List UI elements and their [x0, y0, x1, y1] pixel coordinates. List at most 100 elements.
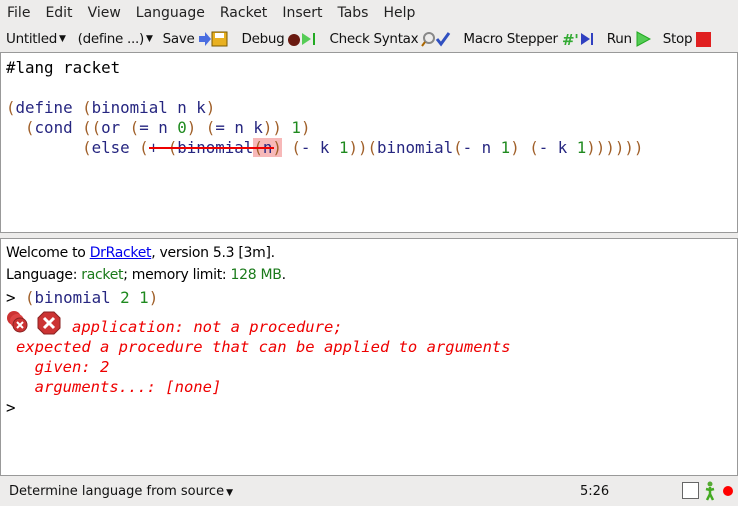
code-token: else — [91, 138, 130, 157]
toolbar: Untitled ▼ (define ...) ▼ Save Debug Check… — [0, 25, 738, 52]
error-arguments: arguments...: [none] — [16, 378, 222, 396]
code-line: (cond ((or (= n 0) (= n k)) 1) — [6, 118, 310, 138]
code-token: = n k — [215, 118, 263, 137]
chevron-down-icon: ▼ — [145, 33, 153, 44]
define-menu-button[interactable]: (define ...) ▼ — [78, 31, 153, 47]
code-token: #lang racket — [6, 58, 121, 77]
save-icon — [198, 31, 228, 46]
menu-racket[interactable]: Racket — [213, 5, 275, 21]
code-token: ) ( — [186, 118, 216, 137]
code-token: 0 — [177, 118, 187, 137]
code-line: (else (+ (binomial(n) (- k 1))(binomial(… — [6, 138, 643, 158]
code-line: (define (binomial n k) — [6, 98, 215, 118]
macro-stepper-label: Macro Stepper — [463, 30, 558, 47]
error-detail: expected a procedure that can be applied… — [16, 338, 511, 356]
check-syntax-button[interactable]: Check Syntax — [329, 31, 451, 47]
gc-walker-icon — [705, 481, 715, 501]
code-token: 1 — [576, 138, 587, 157]
backtrace-icon[interactable] — [7, 311, 28, 333]
running-indicator-icon — [723, 486, 733, 496]
code-token: - n — [462, 138, 501, 157]
menu-file[interactable]: File — [0, 5, 38, 21]
memory-label: ; memory limit: — [123, 267, 231, 283]
memory-value: 128 MB — [230, 267, 282, 283]
code-line: #lang racket — [6, 58, 120, 78]
debug-button[interactable]: Debug — [242, 31, 318, 47]
interactions-pane[interactable]: Welcome to DrRacket, version 5.3 [3m]. L… — [0, 238, 738, 476]
save-button[interactable]: Save — [163, 31, 228, 47]
code-token: - k — [300, 138, 339, 157]
file-label: Untitled — [6, 30, 58, 47]
input-function: binomial — [34, 288, 111, 307]
code-token: ) — [300, 118, 311, 137]
welcome-line: Welcome to DrRacket, version 5.3 [3m]. — [6, 245, 275, 261]
run-label: Run — [606, 30, 632, 47]
code-token: binomial n k — [91, 98, 206, 117]
prompt: > — [6, 398, 16, 417]
error-icons — [7, 311, 61, 335]
code-token: ) — [205, 98, 216, 117]
menu-view[interactable]: View — [81, 5, 129, 21]
code-token: ( — [6, 138, 92, 157]
menu-language[interactable]: Language — [129, 5, 213, 21]
debug-label: Debug — [241, 30, 285, 47]
language-label: Language: — [6, 267, 82, 283]
chevron-down-icon: ▼ — [59, 33, 66, 44]
welcome-text: Welcome to — [6, 245, 90, 261]
paren: ) — [148, 288, 159, 307]
prompt: > — [6, 288, 16, 307]
period: . — [281, 267, 286, 283]
stop-icon — [696, 31, 712, 47]
code-token: )) — [262, 118, 292, 137]
menu-edit[interactable]: Edit — [38, 5, 80, 21]
macro-stepper-button[interactable]: Macro Stepper #' — [463, 31, 594, 47]
menu-tabs[interactable]: Tabs — [330, 5, 376, 21]
language-value: racket — [81, 267, 124, 283]
error-icon[interactable] — [37, 311, 61, 335]
svg-text:#': #' — [562, 31, 579, 47]
magnifier-check-icon — [421, 31, 451, 47]
file-menu-button[interactable]: Untitled ▼ — [6, 31, 66, 47]
menu-insert[interactable]: Insert — [275, 5, 330, 21]
code-token: 1 — [291, 118, 301, 137]
code-token: 1 — [500, 138, 511, 157]
code-token: (( — [72, 118, 102, 137]
code-token: ) ( — [510, 138, 539, 157]
code-token: ( — [6, 98, 16, 117]
code-token: ))( — [348, 138, 378, 157]
binding-arrow — [149, 147, 274, 149]
input-line: > (binomial 2 1) — [6, 288, 158, 308]
macro-stepper-icon: #' — [562, 31, 593, 47]
chevron-down-icon: ▼ — [226, 488, 233, 498]
code-token: - k — [538, 138, 577, 157]
menu-help[interactable]: Help — [376, 5, 423, 21]
define-label: (define ...) — [77, 30, 145, 47]
stop-label: Stop — [662, 30, 693, 47]
code-token: ( — [120, 118, 140, 137]
code-token: define — [15, 98, 73, 117]
code-token: = n — [139, 118, 178, 137]
paren: ( — [25, 288, 35, 307]
language-selector[interactable]: Determine language from source ▼ — [9, 484, 233, 499]
input-args: 2 1 — [120, 288, 149, 307]
indicator-box — [682, 482, 699, 499]
code-token: ( — [6, 118, 35, 137]
run-icon — [636, 30, 651, 47]
code-token: )))))) — [586, 138, 644, 157]
definitions-editor[interactable]: #lang racket (define (binomial n k) (cond… — [0, 52, 738, 233]
error-message: application: not a procedure; — [72, 318, 343, 336]
debug-icon — [288, 32, 316, 46]
stop-button[interactable]: Stop — [663, 31, 712, 47]
code-token: ( — [129, 138, 149, 157]
save-label: Save — [162, 30, 195, 47]
language-line: Language: racket; memory limit: 128 MB. — [6, 267, 286, 283]
check-syntax-label: Check Syntax — [329, 30, 419, 47]
drracket-link[interactable]: DrRacket — [90, 245, 152, 261]
status-bar: Determine language from source ▼ 5:26 — [0, 477, 738, 506]
code-token: ( — [281, 138, 301, 157]
error-given: given: 2 — [16, 358, 110, 376]
menu-bar: File Edit View Language Racket Insert Tabs Help — [0, 0, 738, 25]
run-button[interactable]: Run — [607, 31, 651, 47]
code-token: ( — [453, 138, 463, 157]
cursor-position: 5:26 — [580, 484, 610, 499]
